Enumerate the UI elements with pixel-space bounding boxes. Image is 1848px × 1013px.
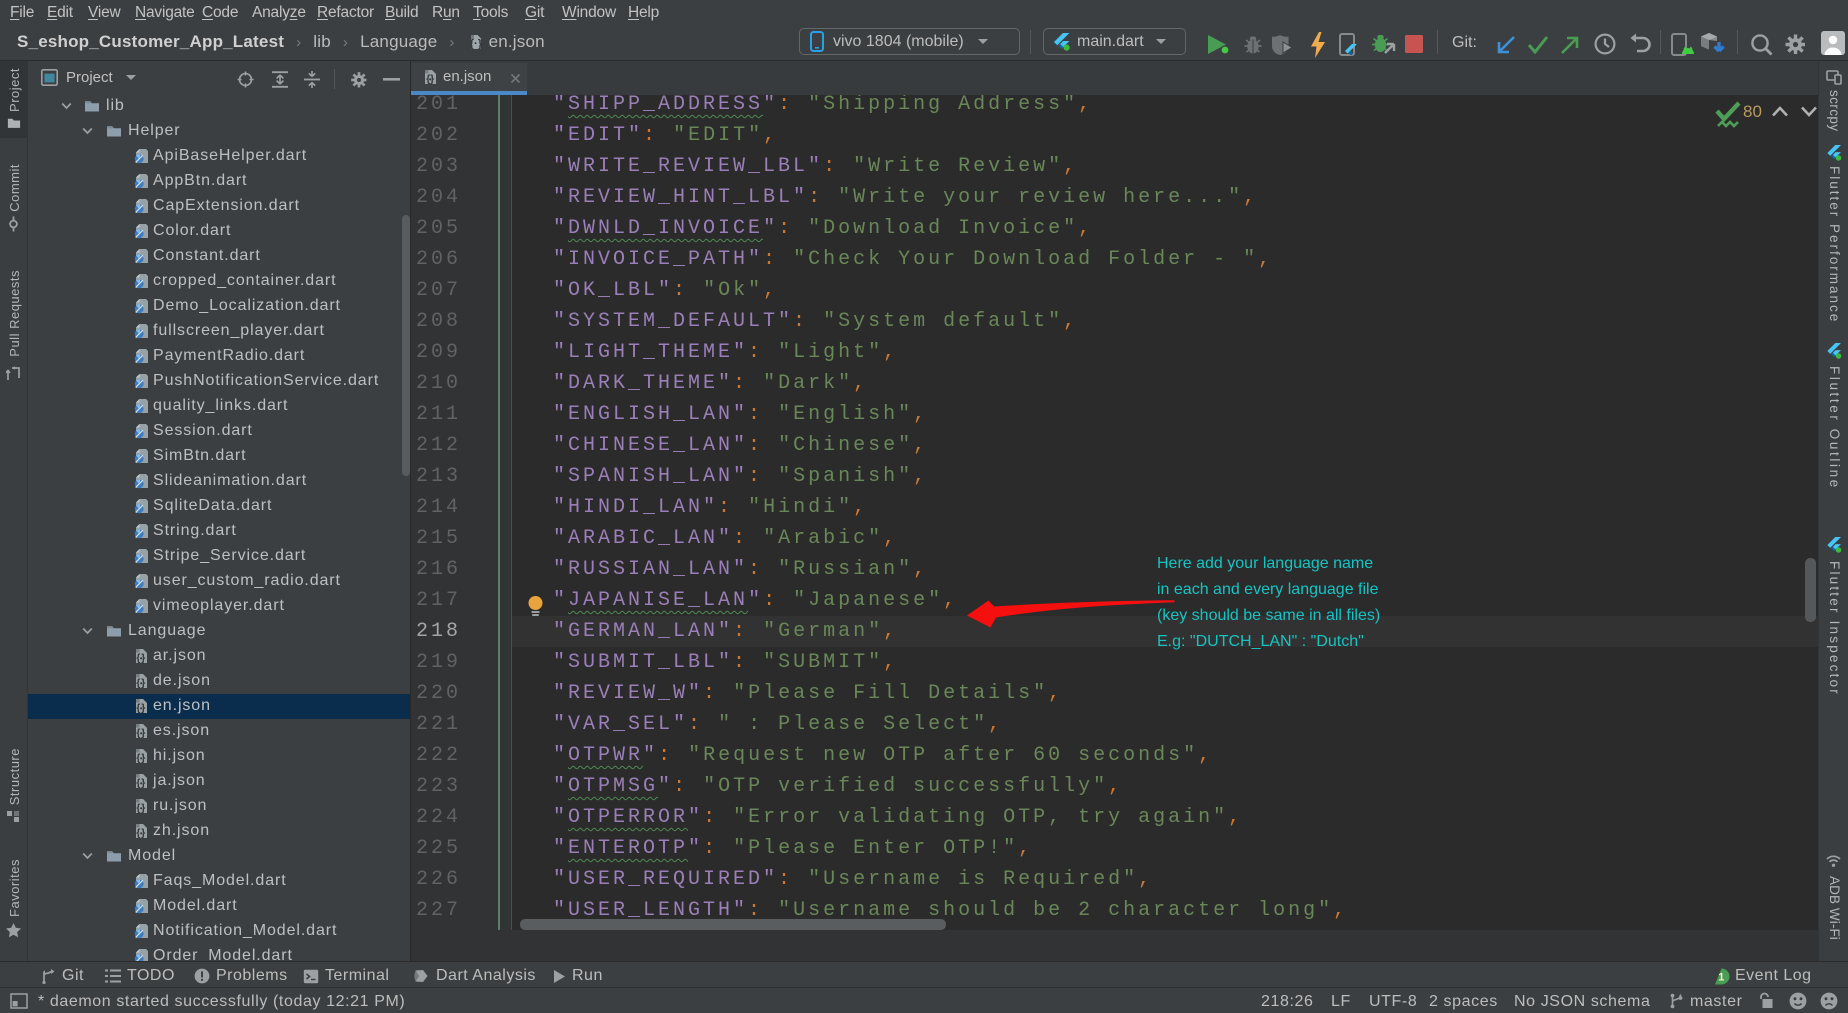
svg-text:1: 1: [1718, 971, 1725, 983]
svg-text:{·}: {·}: [469, 38, 482, 50]
